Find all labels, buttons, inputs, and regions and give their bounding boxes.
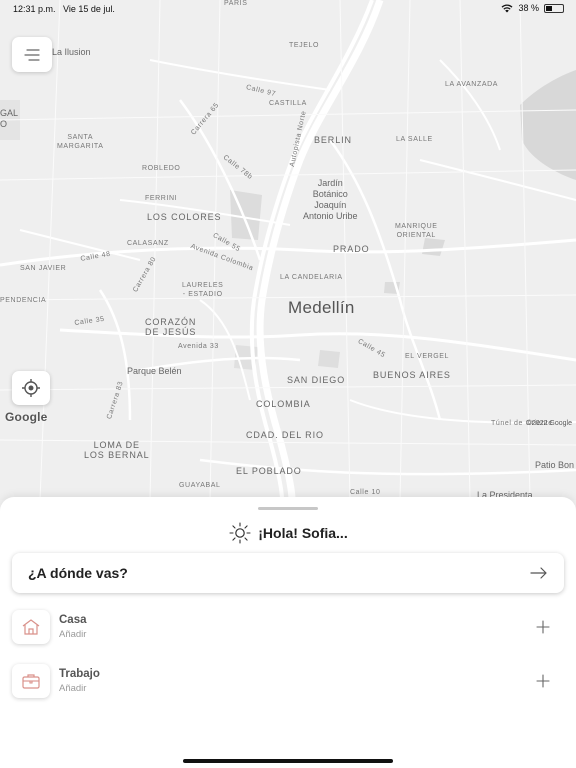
map-label-calle-10: Calle 10 bbox=[350, 489, 381, 496]
map-label-san-javier: SAN JAVIER bbox=[20, 265, 67, 272]
place-casa-subtitle: Añadir bbox=[59, 629, 87, 640]
sheet-grabber[interactable] bbox=[258, 507, 318, 510]
place-casa-title: Casa bbox=[59, 614, 87, 626]
plus-icon bbox=[536, 674, 550, 688]
battery-fill bbox=[546, 5, 552, 11]
wifi-icon bbox=[502, 3, 513, 12]
map-label-prado: PRADO bbox=[333, 244, 370, 254]
destination-search[interactable]: ¿A dónde vas? bbox=[12, 553, 564, 593]
greeting: ¡Hola! Sofia... bbox=[0, 521, 576, 545]
map-label-corazon-de-jesus: CORAZÓN DE JESÚS bbox=[145, 317, 197, 337]
add-casa-button[interactable] bbox=[528, 612, 558, 642]
add-trabajo-button[interactable] bbox=[528, 666, 558, 696]
place-trabajo-subtitle: Añadir bbox=[59, 683, 87, 694]
status-bar: 12:31 p.m. Vie 15 de jul. 38 % bbox=[0, 0, 576, 18]
status-time-date: 12:31 p.m. Vie 15 de jul. bbox=[13, 4, 115, 14]
place-trabajo[interactable]: Trabajo Añadir bbox=[12, 661, 564, 701]
map-label-la-avanzada: LA AVANZADA bbox=[445, 81, 499, 88]
google-logo: Google bbox=[5, 410, 48, 424]
map-view[interactable]: PARIS TEJELO La Ilusion LA AVANZADA GAL … bbox=[0, 0, 576, 500]
plus-icon bbox=[536, 620, 550, 634]
arrow-right-icon bbox=[530, 567, 547, 579]
map-label-castilla: CASTILLA bbox=[269, 100, 307, 107]
map-label-santa-margarita: SANTA MARGARITA bbox=[57, 134, 104, 150]
map-label-o: O bbox=[0, 119, 8, 129]
map-label-buenos-aires: BUENOS AIRES bbox=[373, 370, 451, 380]
map-label-colombia: COLOMBIA bbox=[256, 399, 311, 409]
map-label-berlin: BERLIN bbox=[314, 135, 352, 145]
map-label-manrique-oriental: MANRIQUE ORIENTAL bbox=[395, 223, 438, 239]
map-label-tejelo: TEJELO bbox=[289, 42, 320, 49]
sun-icon bbox=[229, 522, 251, 544]
map-label-los-colores: LOS COLORES bbox=[147, 212, 222, 222]
menu-button[interactable] bbox=[12, 37, 52, 72]
map-label-loma-de-los-bernal: LOMA DE LOS BERNAL bbox=[84, 440, 150, 460]
map-label-guayabal: GUAYABAL bbox=[179, 482, 221, 489]
menu-icon bbox=[24, 48, 40, 61]
map-label-gal: GAL bbox=[0, 108, 19, 118]
map-label-laureles: LAURELES - ESTADIO bbox=[182, 282, 224, 298]
bottom-sheet: ¡Hola! Sofia... ¿A dónde vas? Casa Añadi… bbox=[0, 497, 576, 768]
map-label-ferrini: FERRINI bbox=[145, 195, 178, 202]
my-location-button[interactable] bbox=[12, 371, 50, 405]
map-label-la-candelaria: LA CANDELARIA bbox=[280, 274, 343, 281]
home-indicator[interactable] bbox=[183, 759, 393, 763]
place-casa[interactable]: Casa Añadir bbox=[12, 607, 564, 647]
status-right: 38 % bbox=[501, 3, 564, 13]
map-copyright: ©2022 Google bbox=[526, 420, 572, 427]
status-time: 12:31 p.m. bbox=[13, 4, 56, 14]
map-label-san-diego: SAN DIEGO bbox=[287, 375, 346, 385]
greeting-text: ¡Hola! Sofia... bbox=[258, 525, 348, 541]
status-date: Vie 15 de jul. bbox=[63, 4, 115, 14]
place-trabajo-icon-box bbox=[12, 664, 50, 698]
battery-percent: 38 % bbox=[518, 3, 539, 13]
map-label-parque-belen: Parque Belén bbox=[127, 366, 182, 376]
map-label-jardin-botanico: Jardín Botánico Joaquín Antonio Uribe bbox=[303, 178, 358, 221]
map-label-avenida-33: Avenida 33 bbox=[178, 343, 219, 350]
map-label-la-salle: LA SALLE bbox=[396, 136, 433, 143]
map-label-patio-bonito: Patio Bon bbox=[535, 460, 575, 470]
place-casa-texts: Casa Añadir bbox=[59, 614, 528, 640]
map-label-el-poblado: EL POBLADO bbox=[236, 466, 302, 476]
home-icon bbox=[22, 619, 40, 635]
crosshair-icon bbox=[22, 379, 40, 397]
map-label-robledo: ROBLEDO bbox=[142, 165, 181, 172]
place-trabajo-title: Trabajo bbox=[59, 668, 100, 680]
map-label-la-ilusion: La Ilusion bbox=[52, 47, 91, 57]
map-label-cdad-del-rio: CDAD. DEL RIO bbox=[246, 430, 324, 440]
battery-icon bbox=[544, 3, 564, 13]
place-casa-icon-box bbox=[12, 610, 50, 644]
map-label-medellin: Medellín bbox=[288, 298, 355, 317]
map-label-pendencia: PENDENCIA bbox=[0, 297, 47, 304]
map-label-el-vergel: EL VERGEL bbox=[405, 353, 450, 360]
search-placeholder: ¿A dónde vas? bbox=[28, 565, 128, 581]
briefcase-icon bbox=[22, 674, 40, 689]
map-roads bbox=[0, 0, 576, 500]
map-label-calasanz: CALASANZ bbox=[127, 240, 169, 247]
place-trabajo-texts: Trabajo Añadir bbox=[59, 668, 528, 694]
